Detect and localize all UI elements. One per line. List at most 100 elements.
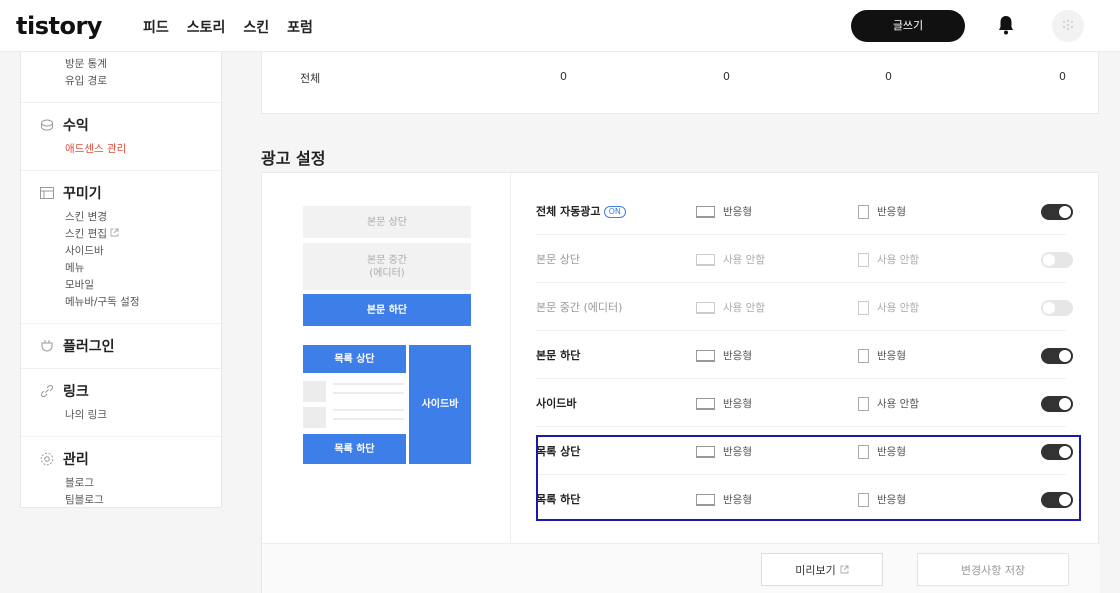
save-changes-button[interactable]: 변경사항 저장 bbox=[917, 553, 1069, 586]
sidebar-item-mobile[interactable]: 모바일 bbox=[39, 277, 221, 294]
sidebar-title-revenue[interactable]: 수익 bbox=[39, 115, 221, 135]
avatar[interactable] bbox=[1052, 10, 1084, 42]
preview-content-top: 본문 상단 bbox=[303, 206, 471, 238]
sidebar-group-manage: 관리 블로그 팀블로그 bbox=[21, 437, 221, 521]
ad-row-list-bottom: 목록 하단 반응형 반응형 bbox=[536, 476, 1073, 523]
desktop-icon bbox=[696, 349, 715, 362]
preview-content-bottom: 본문 하단 bbox=[303, 294, 471, 326]
ad-toggle-content-bottom[interactable] bbox=[1041, 348, 1073, 364]
ad-settings-card: 본문 상단 본문 중간 (에디터) 본문 하단 목록 상단 목록 하단 사이드바… bbox=[261, 172, 1100, 593]
mobile-icon bbox=[858, 396, 869, 411]
sidebar-title-plugin[interactable]: 플러그인 bbox=[39, 336, 221, 356]
sidebar-group-link: 링크 나의 링크 bbox=[21, 369, 221, 437]
mobile-option[interactable]: 반응형 bbox=[858, 332, 906, 379]
preview-thumb bbox=[303, 407, 326, 428]
sidebar-title-label: 관리 bbox=[63, 452, 89, 468]
sidebar-group-revenue: 수익 애드센스 관리 bbox=[21, 103, 221, 171]
sidebar-title-label: 수익 bbox=[63, 118, 89, 134]
preview-line bbox=[333, 383, 404, 385]
link-icon bbox=[39, 383, 55, 399]
ad-row-list-top: 목록 상단 반응형 반응형 bbox=[536, 428, 1073, 475]
pc-option[interactable]: 반응형 bbox=[696, 332, 752, 379]
mobile-icon bbox=[858, 348, 869, 363]
preview-sidebar: 사이드바 bbox=[409, 345, 471, 464]
pc-option-text: 반응형 bbox=[723, 446, 752, 458]
ad-settings-footer: 미리보기 변경사항 저장 bbox=[262, 543, 1100, 593]
ad-toggle-content-top[interactable] bbox=[1041, 252, 1073, 268]
ad-row-content-bottom: 본문 하단 반응형 반응형 bbox=[536, 332, 1073, 379]
preview-label: 본문 중간 bbox=[367, 254, 407, 266]
pc-option-text: 반응형 bbox=[723, 206, 752, 218]
sidebar-item-my-links[interactable]: 나의 링크 bbox=[39, 407, 221, 424]
pc-option[interactable]: 반응형 bbox=[696, 428, 752, 475]
sidebar-item-sidebar[interactable]: 사이드바 bbox=[39, 243, 221, 260]
sidebar-item-adsense[interactable]: 애드센스 관리 bbox=[39, 141, 221, 158]
desktop-icon bbox=[696, 253, 715, 266]
nav-forum[interactable]: 포럼 bbox=[287, 17, 313, 37]
nav-story[interactable]: 스토리 bbox=[187, 17, 226, 37]
tistory-logo[interactable]: tistory bbox=[16, 12, 102, 40]
mobile-option-text: 사용 안함 bbox=[877, 302, 919, 314]
preview-button[interactable]: 미리보기 bbox=[761, 553, 883, 586]
preview-line bbox=[333, 409, 404, 411]
mobile-option[interactable]: 반응형 bbox=[858, 188, 906, 235]
bell-icon[interactable] bbox=[996, 14, 1016, 36]
mobile-option-text: 반응형 bbox=[877, 446, 906, 458]
ad-toggle-list-bottom[interactable] bbox=[1041, 492, 1073, 508]
pc-option[interactable]: 반응형 bbox=[696, 380, 752, 427]
pc-option-text: 반응형 bbox=[723, 398, 752, 410]
desktop-icon bbox=[696, 301, 715, 314]
pc-option[interactable]: 사용 안함 bbox=[696, 284, 765, 331]
ad-row-label: 목록 상단 bbox=[536, 445, 581, 458]
ad-toggle-auto[interactable] bbox=[1041, 204, 1073, 220]
sidebar-group-decorate: 꾸미기 스킨 변경 스킨 편집 사이드바 메뉴 모바일 메뉴바/구독 설정 bbox=[21, 171, 221, 324]
mobile-option[interactable]: 사용 안함 bbox=[858, 236, 919, 283]
sidebar-title-decorate[interactable]: 꾸미기 bbox=[39, 183, 221, 203]
preview-content-middle: 본문 중간 (에디터) bbox=[303, 243, 471, 290]
write-button[interactable]: 글쓰기 bbox=[851, 10, 965, 42]
pc-option[interactable]: 사용 안함 bbox=[696, 236, 765, 283]
external-link-icon bbox=[110, 228, 119, 237]
preview-button-label: 미리보기 bbox=[795, 563, 836, 577]
nav-skin[interactable]: 스킨 bbox=[243, 17, 269, 37]
sidebar-title-manage[interactable]: 관리 bbox=[39, 449, 221, 469]
desktop-icon bbox=[696, 205, 715, 218]
nav-feed[interactable]: 피드 bbox=[143, 17, 169, 37]
ad-row-content-top: 본문 상단 사용 안함 사용 안함 bbox=[536, 236, 1073, 283]
sidebar-group-plugin: 플러그인 bbox=[21, 324, 221, 369]
sidebar-item-menubar-subscribe[interactable]: 메뉴바/구독 설정 bbox=[39, 294, 221, 311]
mobile-option[interactable]: 사용 안함 bbox=[858, 284, 919, 331]
ad-toggle-content-middle[interactable] bbox=[1041, 300, 1073, 316]
sidebar-item-skin-edit[interactable]: 스킨 편집 bbox=[39, 226, 221, 243]
ad-toggle-list-top[interactable] bbox=[1041, 444, 1073, 460]
coin-icon bbox=[39, 117, 55, 133]
sidebar-item-referrer[interactable]: 유입 경로 bbox=[39, 73, 221, 90]
revenue-stats-card: 전체 0 0 0 0 bbox=[261, 52, 1099, 114]
ad-row-label: 본문 상단 bbox=[536, 253, 580, 266]
mobile-icon bbox=[858, 300, 869, 315]
ad-position-preview: 본문 상단 본문 중간 (에디터) 본문 하단 목록 상단 목록 하단 사이드바 bbox=[262, 173, 511, 543]
sidebar-item-team-blog[interactable]: 팀블로그 bbox=[39, 492, 221, 509]
stats-value: 0 bbox=[885, 70, 892, 83]
ad-row-label: 사이드바 bbox=[536, 397, 577, 410]
external-link-icon bbox=[840, 565, 849, 574]
ad-toggle-sidebar[interactable] bbox=[1041, 396, 1073, 412]
mobile-option[interactable]: 반응형 bbox=[858, 476, 906, 523]
pc-option[interactable]: 반응형 bbox=[696, 476, 752, 523]
plugin-icon bbox=[39, 338, 55, 354]
top-header: tistory 피드 스토리 스킨 포럼 글쓰기 bbox=[0, 0, 1120, 52]
sidebar-item-menu[interactable]: 메뉴 bbox=[39, 260, 221, 277]
sidebar-item-blog[interactable]: 블로그 bbox=[39, 475, 221, 492]
pc-option-text: 사용 안함 bbox=[723, 302, 765, 314]
preview-line bbox=[333, 418, 404, 420]
mobile-option[interactable]: 사용 안함 bbox=[858, 380, 919, 427]
sidebar-title-label: 꾸미기 bbox=[63, 186, 102, 202]
ad-row-auto: 전체 자동광고 ON 반응형 반응형 bbox=[536, 188, 1073, 235]
preview-thumb bbox=[303, 381, 326, 402]
sidebar-item-visit-stats[interactable]: 방문 통계 bbox=[39, 56, 221, 73]
pc-option[interactable]: 반응형 bbox=[696, 188, 752, 235]
sidebar-title-link[interactable]: 링크 bbox=[39, 381, 221, 401]
ad-row-sidebar: 사이드바 반응형 사용 안함 bbox=[536, 380, 1073, 427]
sidebar-item-skin-change[interactable]: 스킨 변경 bbox=[39, 209, 221, 226]
mobile-option[interactable]: 반응형 bbox=[858, 428, 906, 475]
